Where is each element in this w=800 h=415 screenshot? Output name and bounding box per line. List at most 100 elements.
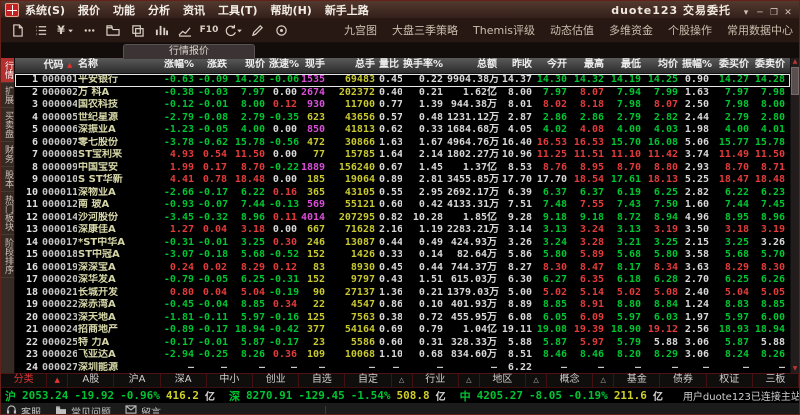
column-header-prev[interactable]: 昨收 [500,58,535,73]
table-row[interactable]: 13000016深康佳A1.270.043.180.00667716282.16… [15,224,790,237]
sort-triangle-icon[interactable]: △ [593,374,614,387]
market-tab-地区[interactable]: 地区 [480,374,526,387]
column-header-name[interactable]: 名称 [77,58,157,73]
column-header-idx[interactable] [15,58,41,73]
table-row[interactable]: 17000020深华发A-0.79-0.056.25-0.3115297970.… [15,274,790,287]
market-tab-深A[interactable]: 深A [161,374,207,387]
sidebar-item-热门板块[interactable]: 热门板块 [1,192,14,235]
table-row[interactable]: 12000014沙河股份-3.45-0.328.960.114014207295… [15,212,790,225]
f10-icon[interactable]: F10 [199,21,219,39]
sort-triangle-icon[interactable]: ▲ [47,374,68,387]
window-minimize[interactable]: ─ [753,8,767,18]
column-header-amp[interactable]: 振幅% [681,58,712,73]
market-tab-创业[interactable]: 创业 [253,374,299,387]
table-row[interactable]: 24000027深圳能源—————————6.22——————— [15,362,790,374]
quick-link-Themis评级[interactable]: Themis评级 [473,22,535,38]
trend-chart-icon[interactable] [175,21,195,39]
vertical-scrollbar[interactable]: ▲ ▼ [790,58,799,373]
copy-icon[interactable] [127,21,147,39]
column-header-speed[interactable]: 涨速% [268,58,300,73]
table-row[interactable]: 4000005世纪星源-2.79-0.082.79-0.35623436560.… [15,112,790,125]
refresh-icon[interactable] [223,21,243,39]
footer-留言[interactable]: 留言 [125,404,161,415]
quick-link-九宫图[interactable]: 九宫图 [344,22,377,38]
menu-item-[interactable]: 资讯 [183,2,205,18]
table-row[interactable]: 19000022深赤湾A-0.45-0.048.850.342245470.86… [15,299,790,312]
menu-item-[interactable]: 报价 [78,2,100,18]
folder-icon[interactable] [103,21,123,39]
tab-quote-page[interactable]: 行情报价 [123,44,255,59]
menu-item-[interactable]: 新手上路 [325,2,369,18]
market-tab-三板[interactable]: 三板 [753,374,799,387]
sidebar-item-财务[interactable]: 财务 [1,142,14,167]
table-row[interactable]: 18000021长城开发0.800.045.04-0.1990271371.36… [15,287,790,300]
table-row[interactable]: 5000006深振业A-1.23-0.054.000.00850418130.6… [15,124,790,137]
sidebar-item-买卖盘[interactable]: 买卖盘 [1,108,14,142]
quick-link-动态估值[interactable]: 动态估值 [550,22,594,38]
market-tab-基金[interactable]: 基金 [614,374,660,387]
column-header-avg[interactable]: 均价 [644,58,681,73]
sort-triangle-icon[interactable]: △ [392,374,413,387]
table-row[interactable]: 10000011深物业A-2.66-0.176.220.16365431050.… [15,187,790,200]
menu-item-H[interactable]: 帮助(H) [271,2,312,18]
menu-item-[interactable]: 分析 [148,2,170,18]
new-doc-icon[interactable] [7,21,27,39]
sidebar-item-行情[interactable]: 行情 [1,58,14,83]
table-row[interactable]: 7000008ST宝利来4.930.5411.500.0077157851.64… [15,149,790,162]
market-tab-概念[interactable]: 概念 [547,374,593,387]
bar-chart-icon[interactable] [151,21,171,39]
column-header-price[interactable]: 现价 [230,58,268,73]
table-row[interactable]: 2000002万 科A-0.38-0.037.970.0026742023720… [15,87,790,100]
ellipsis-icon[interactable] [79,21,99,39]
window-close[interactable]: ✕ [781,8,795,18]
quick-link-个股操作[interactable]: 个股操作 [668,22,712,38]
market-tab-自选[interactable]: 自选 [299,374,345,387]
quick-link-常用数据中心[interactable]: 常用数据中心 [727,22,793,38]
column-header-pct[interactable]: 涨幅% [157,58,197,73]
quick-link-多维资金[interactable]: 多维资金 [609,22,653,38]
table-row[interactable]: 11000012南 玻A-0.93-0.077.44-0.13569551210… [15,199,790,212]
list-icon[interactable] [31,21,51,39]
sidebar-item-股本[interactable]: 股本 [1,167,14,192]
currency-icon[interactable]: ¥ [55,21,75,39]
footer-常见问题[interactable]: 常见问题 [55,404,111,415]
menu-item-T[interactable]: 工具(T) [218,2,258,18]
column-header-vol[interactable]: 总手 [328,58,378,73]
sidebar-item-阶段排序[interactable]: 阶段排序 [1,235,14,278]
table-row[interactable]: 6000007零七股份-3.78-0.6215.78-0.56472308661… [15,137,790,150]
table-row[interactable]: 3000004国农科技-0.12-0.018.000.12930117000.7… [15,99,790,112]
market-tab-权证[interactable]: 权证 [707,374,753,387]
table-row[interactable]: 21000024招商地产-0.89-0.1718.94-0.4237754164… [15,324,790,337]
menu-item-[interactable]: 功能 [113,2,135,18]
column-header-qrr[interactable]: 量比 [378,58,402,73]
table-row[interactable]: 16000019深深宝A0.240.028.290.128389300.450.… [15,262,790,275]
table-row[interactable]: 9000010S ST华新4.410.7818.480.00185190640.… [15,174,790,187]
record-icon[interactable] [271,21,291,39]
window-restore[interactable]: ❐ [767,8,781,18]
column-header-high[interactable]: 最高 [570,58,607,73]
table-row[interactable]: 22000025特 力A-0.17-0.015.87-0.172355860.6… [15,337,790,350]
column-header-amount[interactable]: 总额 [446,58,500,73]
column-header-low[interactable]: 最低 [607,58,644,73]
sidebar-item-扩展[interactable]: 扩展 [1,83,14,108]
footer-客服[interactable]: 客服 [6,404,41,415]
window-dropdown[interactable]: ▾ [739,8,753,18]
column-header-bid[interactable]: 委买价 [712,58,752,73]
table-row[interactable]: 8000009中国宝安1.990.178.70-0.2218891562400.… [15,162,790,175]
market-tab-A股[interactable]: A股 [68,374,114,387]
column-header-turn[interactable]: 换手率% [402,58,446,73]
scroll-up-icon[interactable]: ▲ [793,58,798,66]
table-row[interactable]: 20000023深天地A-1.81-0.115.97-0.1612575630.… [15,312,790,325]
scroll-down-icon[interactable]: ▼ [793,365,798,373]
menu-item-S[interactable]: 系统(S) [25,2,65,18]
market-tab-自定[interactable]: 自定 [345,374,391,387]
table-row[interactable]: 14000017*ST中华A-0.31-0.013.250.3024613087… [15,237,790,250]
quick-link-大盘三季策略[interactable]: 大盘三季策略 [392,22,458,38]
column-header-open[interactable]: 今开 [535,58,570,73]
market-tab-中小[interactable]: 中小 [207,374,253,387]
market-tab-分类[interactable]: 分类 [1,374,47,387]
table-row[interactable]: 15000018ST中冠A-3.07-0.185.68-0.5215214260… [15,249,790,262]
table-row[interactable]: 1000001平安银行-0.63-0.0914.28-0.06153569483… [15,74,790,87]
table-row[interactable]: 23000026飞亚达A-2.94-0.258.260.36109100681.… [15,349,790,362]
sort-triangle-icon[interactable]: △ [459,374,480,387]
